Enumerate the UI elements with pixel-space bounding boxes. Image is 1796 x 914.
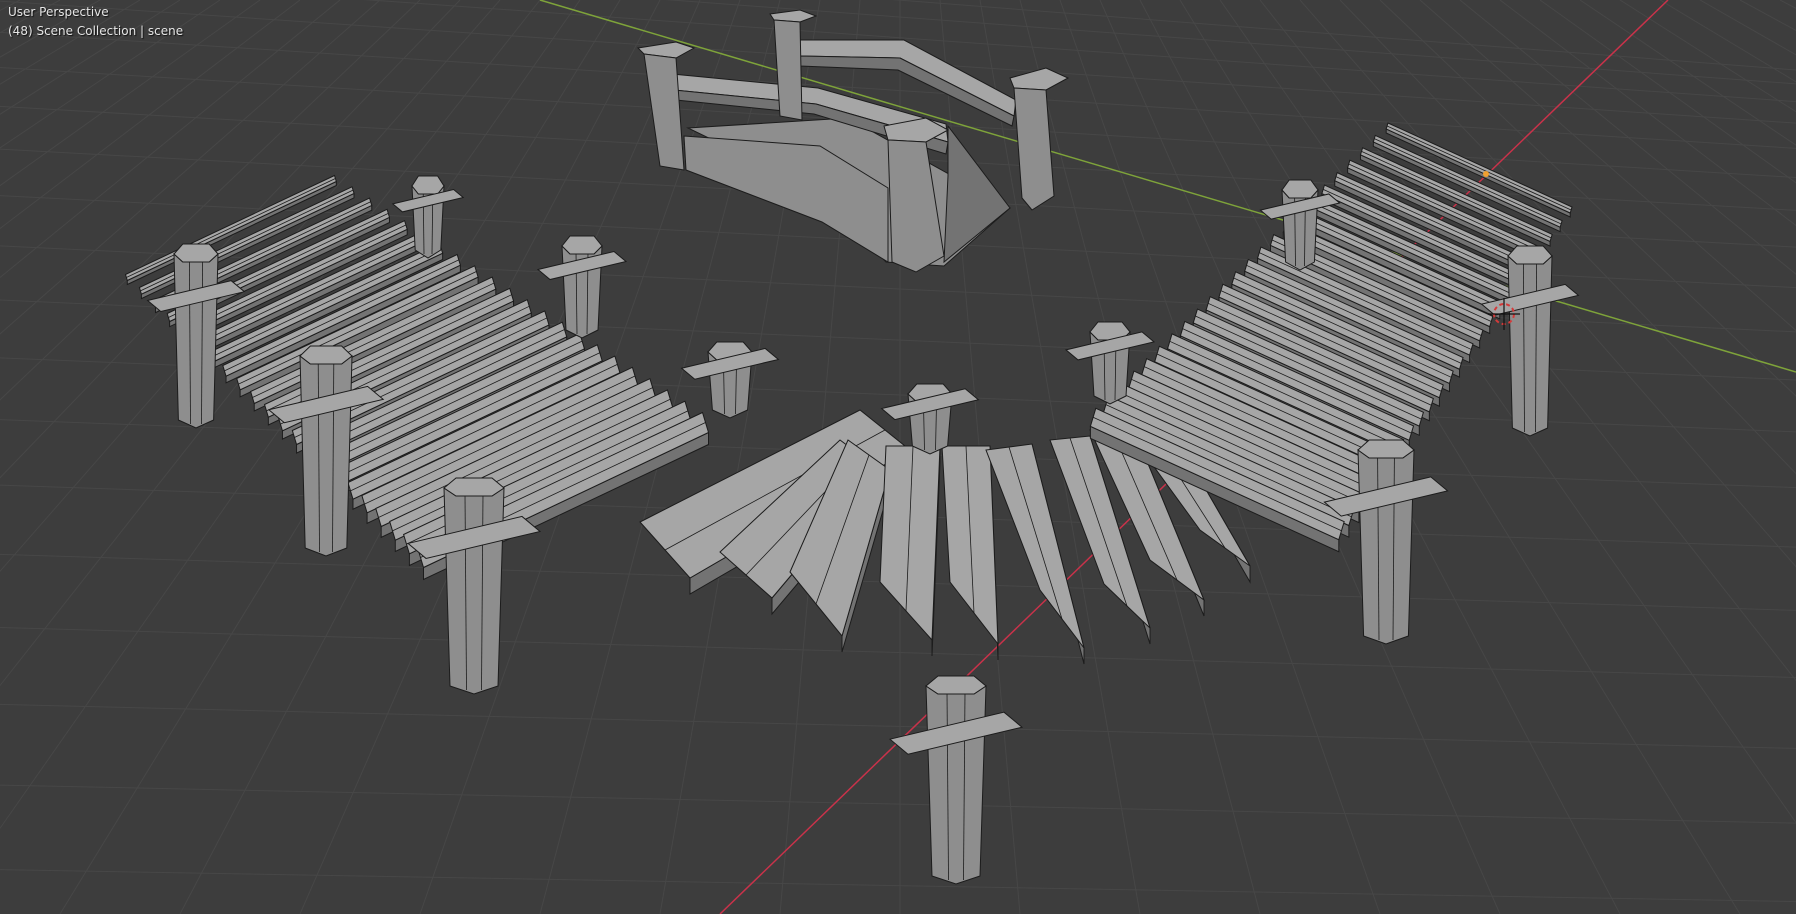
post-cap bbox=[561, 235, 603, 255]
view-perspective-label: User Perspective bbox=[8, 5, 109, 19]
grid-line bbox=[1739, 0, 1796, 32]
post-shaft bbox=[443, 487, 505, 695]
bridge-ramp bbox=[943, 124, 1011, 264]
viewport-scene[interactable]: .m-light{fill:#a6a6a6;stroke:#1c1c1c;str… bbox=[0, 0, 1796, 914]
object-origin-icon bbox=[1483, 171, 1489, 177]
grid-line bbox=[0, 0, 61, 34]
grid-line bbox=[0, 0, 221, 149]
post-cap bbox=[443, 477, 505, 497]
grid-line bbox=[0, 0, 341, 279]
bridge-post-front-left bbox=[643, 53, 685, 171]
grid-line bbox=[0, 627, 1796, 678]
scene-collection-label: (48) Scene Collection | scene bbox=[8, 24, 184, 38]
post-cap bbox=[411, 175, 445, 195]
grid-line bbox=[1779, 0, 1796, 9]
plank-top bbox=[941, 445, 999, 646]
plank bbox=[941, 445, 999, 661]
post-shaft bbox=[299, 354, 353, 557]
grid-line bbox=[1499, 0, 1796, 227]
grid-line bbox=[0, 0, 181, 115]
support-post bbox=[536, 235, 628, 339]
grid-line bbox=[0, 0, 21, 11]
grid-line bbox=[0, 0, 101, 58]
plank bbox=[879, 445, 941, 657]
bridge-post-front-right bbox=[887, 139, 945, 273]
grid-line bbox=[0, 869, 1796, 903]
support-post bbox=[680, 341, 780, 419]
grid-line bbox=[1419, 0, 1796, 332]
grid-line bbox=[0, 0, 301, 230]
post-shaft bbox=[1357, 449, 1415, 645]
post-cap bbox=[925, 675, 987, 695]
post-cap bbox=[1281, 179, 1319, 199]
grid-line bbox=[0, 0, 261, 187]
post-cap bbox=[173, 243, 219, 263]
post-cap bbox=[1507, 245, 1553, 265]
plank-top bbox=[879, 445, 941, 642]
post-cap bbox=[1357, 439, 1415, 459]
grid-line bbox=[1619, 0, 1796, 113]
post-shaft bbox=[925, 685, 987, 885]
post-shaft bbox=[1507, 254, 1553, 437]
grid-line bbox=[0, 0, 141, 85]
grid-line bbox=[1539, 0, 1796, 184]
grid-line bbox=[1699, 0, 1796, 56]
grid-line bbox=[1379, 0, 1796, 397]
post-cap bbox=[299, 345, 353, 365]
grid-line bbox=[0, 784, 1796, 824]
bridge-post-back-right-top bbox=[1009, 67, 1070, 91]
post-shaft bbox=[173, 252, 219, 429]
3d-viewport[interactable]: .m-light{fill:#a6a6a6;stroke:#1c1c1c;str… bbox=[0, 0, 1796, 914]
